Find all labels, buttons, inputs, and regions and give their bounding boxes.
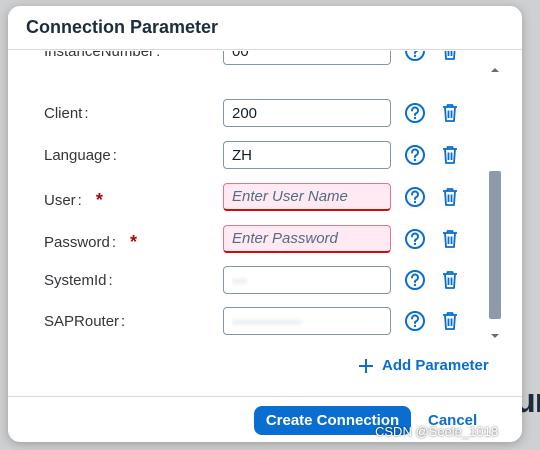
parameter-label: InstanceNumber:	[44, 51, 160, 60]
parameter-label-text: InstanceNumber	[44, 51, 155, 60]
parameter-row: Language:	[8, 141, 498, 171]
trash-icon[interactable]	[440, 102, 460, 124]
help-icon[interactable]	[404, 51, 426, 62]
scrollbar-thumb[interactable]	[489, 171, 501, 319]
scroll-up-arrow-icon[interactable]	[488, 63, 502, 77]
help-icon[interactable]	[404, 102, 426, 124]
dialog-content[interactable]: InstanceNumber:Client:Language:User:*Pas…	[8, 51, 522, 397]
label-colon: :	[84, 105, 89, 122]
add-parameter-label: Add Parameter	[382, 357, 489, 374]
parameter-label: Client:	[44, 105, 89, 122]
password-input[interactable]	[223, 225, 391, 253]
trash-icon[interactable]	[440, 144, 460, 166]
help-icon[interactable]	[404, 310, 426, 332]
parameter-label-text: Password	[44, 234, 110, 251]
label-colon: :	[111, 234, 117, 251]
trash-icon[interactable]	[440, 186, 460, 208]
systemid-input[interactable]	[223, 266, 391, 294]
label-colon: :	[121, 313, 126, 330]
parameter-label-text: Client	[44, 105, 83, 122]
parameter-row: InstanceNumber:	[8, 51, 498, 67]
label-colon: :	[156, 51, 161, 60]
saprouter-input[interactable]	[223, 307, 391, 335]
trash-icon[interactable]	[440, 310, 460, 332]
label-colon: :	[77, 192, 82, 209]
help-icon[interactable]	[404, 186, 426, 208]
trash-icon[interactable]	[440, 51, 460, 62]
parameter-label-text: User	[44, 192, 76, 209]
parameter-label-text: SAPRouter	[44, 313, 120, 330]
help-icon[interactable]	[404, 269, 426, 291]
connection-parameter-dialog: Connection Parameter InstanceNumber:Clie…	[8, 6, 522, 442]
help-icon[interactable]	[404, 228, 426, 250]
parameter-label: User: *	[44, 189, 103, 210]
plus-icon	[359, 358, 373, 373]
parameter-label: Password: *	[44, 231, 137, 252]
trash-icon[interactable]	[440, 228, 460, 250]
required-marker: *	[95, 190, 103, 210]
required-marker: *	[130, 232, 138, 252]
parameter-row: User: *	[8, 183, 498, 213]
language-input[interactable]	[223, 141, 391, 169]
scroll-down-arrow-icon[interactable]	[488, 329, 502, 343]
user-input[interactable]	[223, 183, 391, 211]
trash-icon[interactable]	[440, 269, 460, 291]
label-colon: :	[112, 147, 117, 164]
dialog-header: Connection Parameter	[8, 6, 522, 50]
parameter-label: SystemId:	[44, 272, 113, 289]
parameter-label-text: SystemId	[44, 272, 107, 289]
parameter-row: SystemId:	[8, 266, 498, 296]
scrollbar[interactable]	[488, 63, 502, 343]
parameter-label: SAPRouter:	[44, 313, 125, 330]
label-colon: :	[108, 272, 113, 289]
instancenumber-input[interactable]	[223, 51, 391, 65]
dialog-title: Connection Parameter	[26, 17, 219, 37]
parameter-row: Password: *	[8, 225, 498, 255]
parameter-row: Client:	[8, 99, 498, 129]
watermark: CSDN @Seele_1018	[375, 424, 499, 439]
help-icon[interactable]	[404, 144, 426, 166]
parameter-label: Language:	[44, 147, 117, 164]
parameter-label-text: Language	[44, 147, 111, 164]
add-parameter-button[interactable]: Add Parameter	[358, 357, 489, 374]
parameter-row: SAPRouter:	[8, 307, 498, 337]
client-input[interactable]	[223, 99, 391, 127]
